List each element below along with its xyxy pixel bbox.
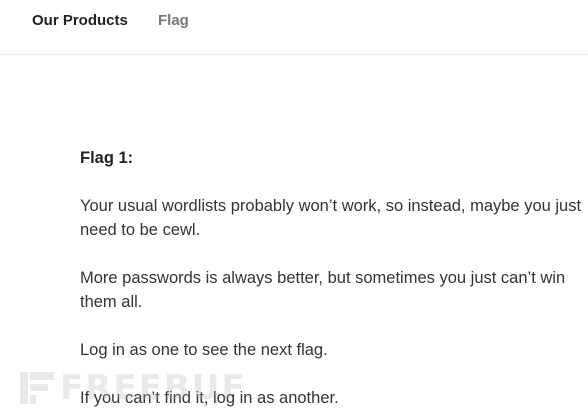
main-content: Flag 1: Your usual wordlists probably wo… [80,146,588,414]
nav-link-flag[interactable]: Flag [158,12,189,30]
top-navigation: Our Products Flag [0,0,588,55]
nav-link-our-products[interactable]: Our Products [32,12,128,30]
page: Our Products Flag Flag 1: Your usual wor… [0,0,588,414]
paragraph-log-in: Log in as one to see the next flag. [80,341,328,359]
paragraph-find-it: If you can’t find it, log in as another. [80,389,339,407]
paragraph-wordlists: Your usual wordlists probably won’t work… [80,197,582,239]
flag-heading: Flag 1: [80,149,134,167]
freebuf-logo-icon [20,372,54,404]
paragraph-passwords: More passwords is always better, but som… [80,269,566,311]
